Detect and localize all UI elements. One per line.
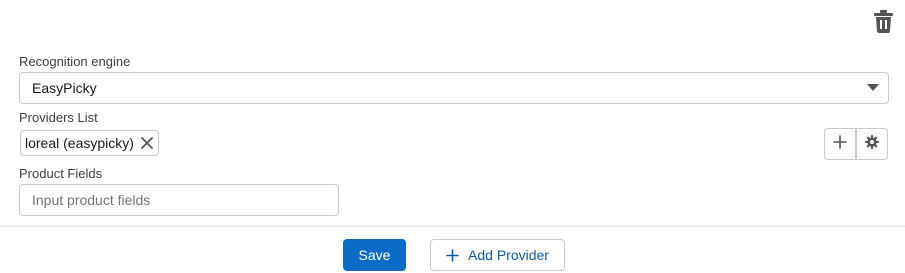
add-provider-label: Add Provider <box>468 247 549 263</box>
provider-pill-label: loreal (easypicky) <box>25 135 134 151</box>
delete-button[interactable] <box>870 10 896 38</box>
provider-pill: loreal (easypicky) <box>20 130 159 156</box>
recognition-engine-label: Recognition engine <box>19 54 131 69</box>
plus-icon <box>833 134 847 154</box>
plus-icon <box>446 248 459 262</box>
providers-list-label: Providers List <box>19 110 98 125</box>
trash-icon <box>873 10 893 38</box>
save-button[interactable]: Save <box>343 239 406 271</box>
recognition-engine-value: EasyPicky <box>32 80 97 96</box>
provider-settings-button[interactable] <box>856 128 888 160</box>
product-fields-input[interactable] <box>19 184 339 216</box>
add-provider-icon-button[interactable] <box>824 128 856 160</box>
provider-config-panel: Recognition engine EasyPicky Providers L… <box>0 0 905 226</box>
close-icon[interactable] <box>140 136 154 150</box>
footer-bar: Save Add Provider <box>0 226 905 273</box>
recognition-engine-select[interactable]: EasyPicky <box>19 72 889 104</box>
add-provider-button[interactable]: Add Provider <box>430 239 565 271</box>
gear-icon <box>865 134 879 154</box>
caret-down-icon <box>867 84 879 91</box>
product-fields-label: Product Fields <box>19 166 103 181</box>
